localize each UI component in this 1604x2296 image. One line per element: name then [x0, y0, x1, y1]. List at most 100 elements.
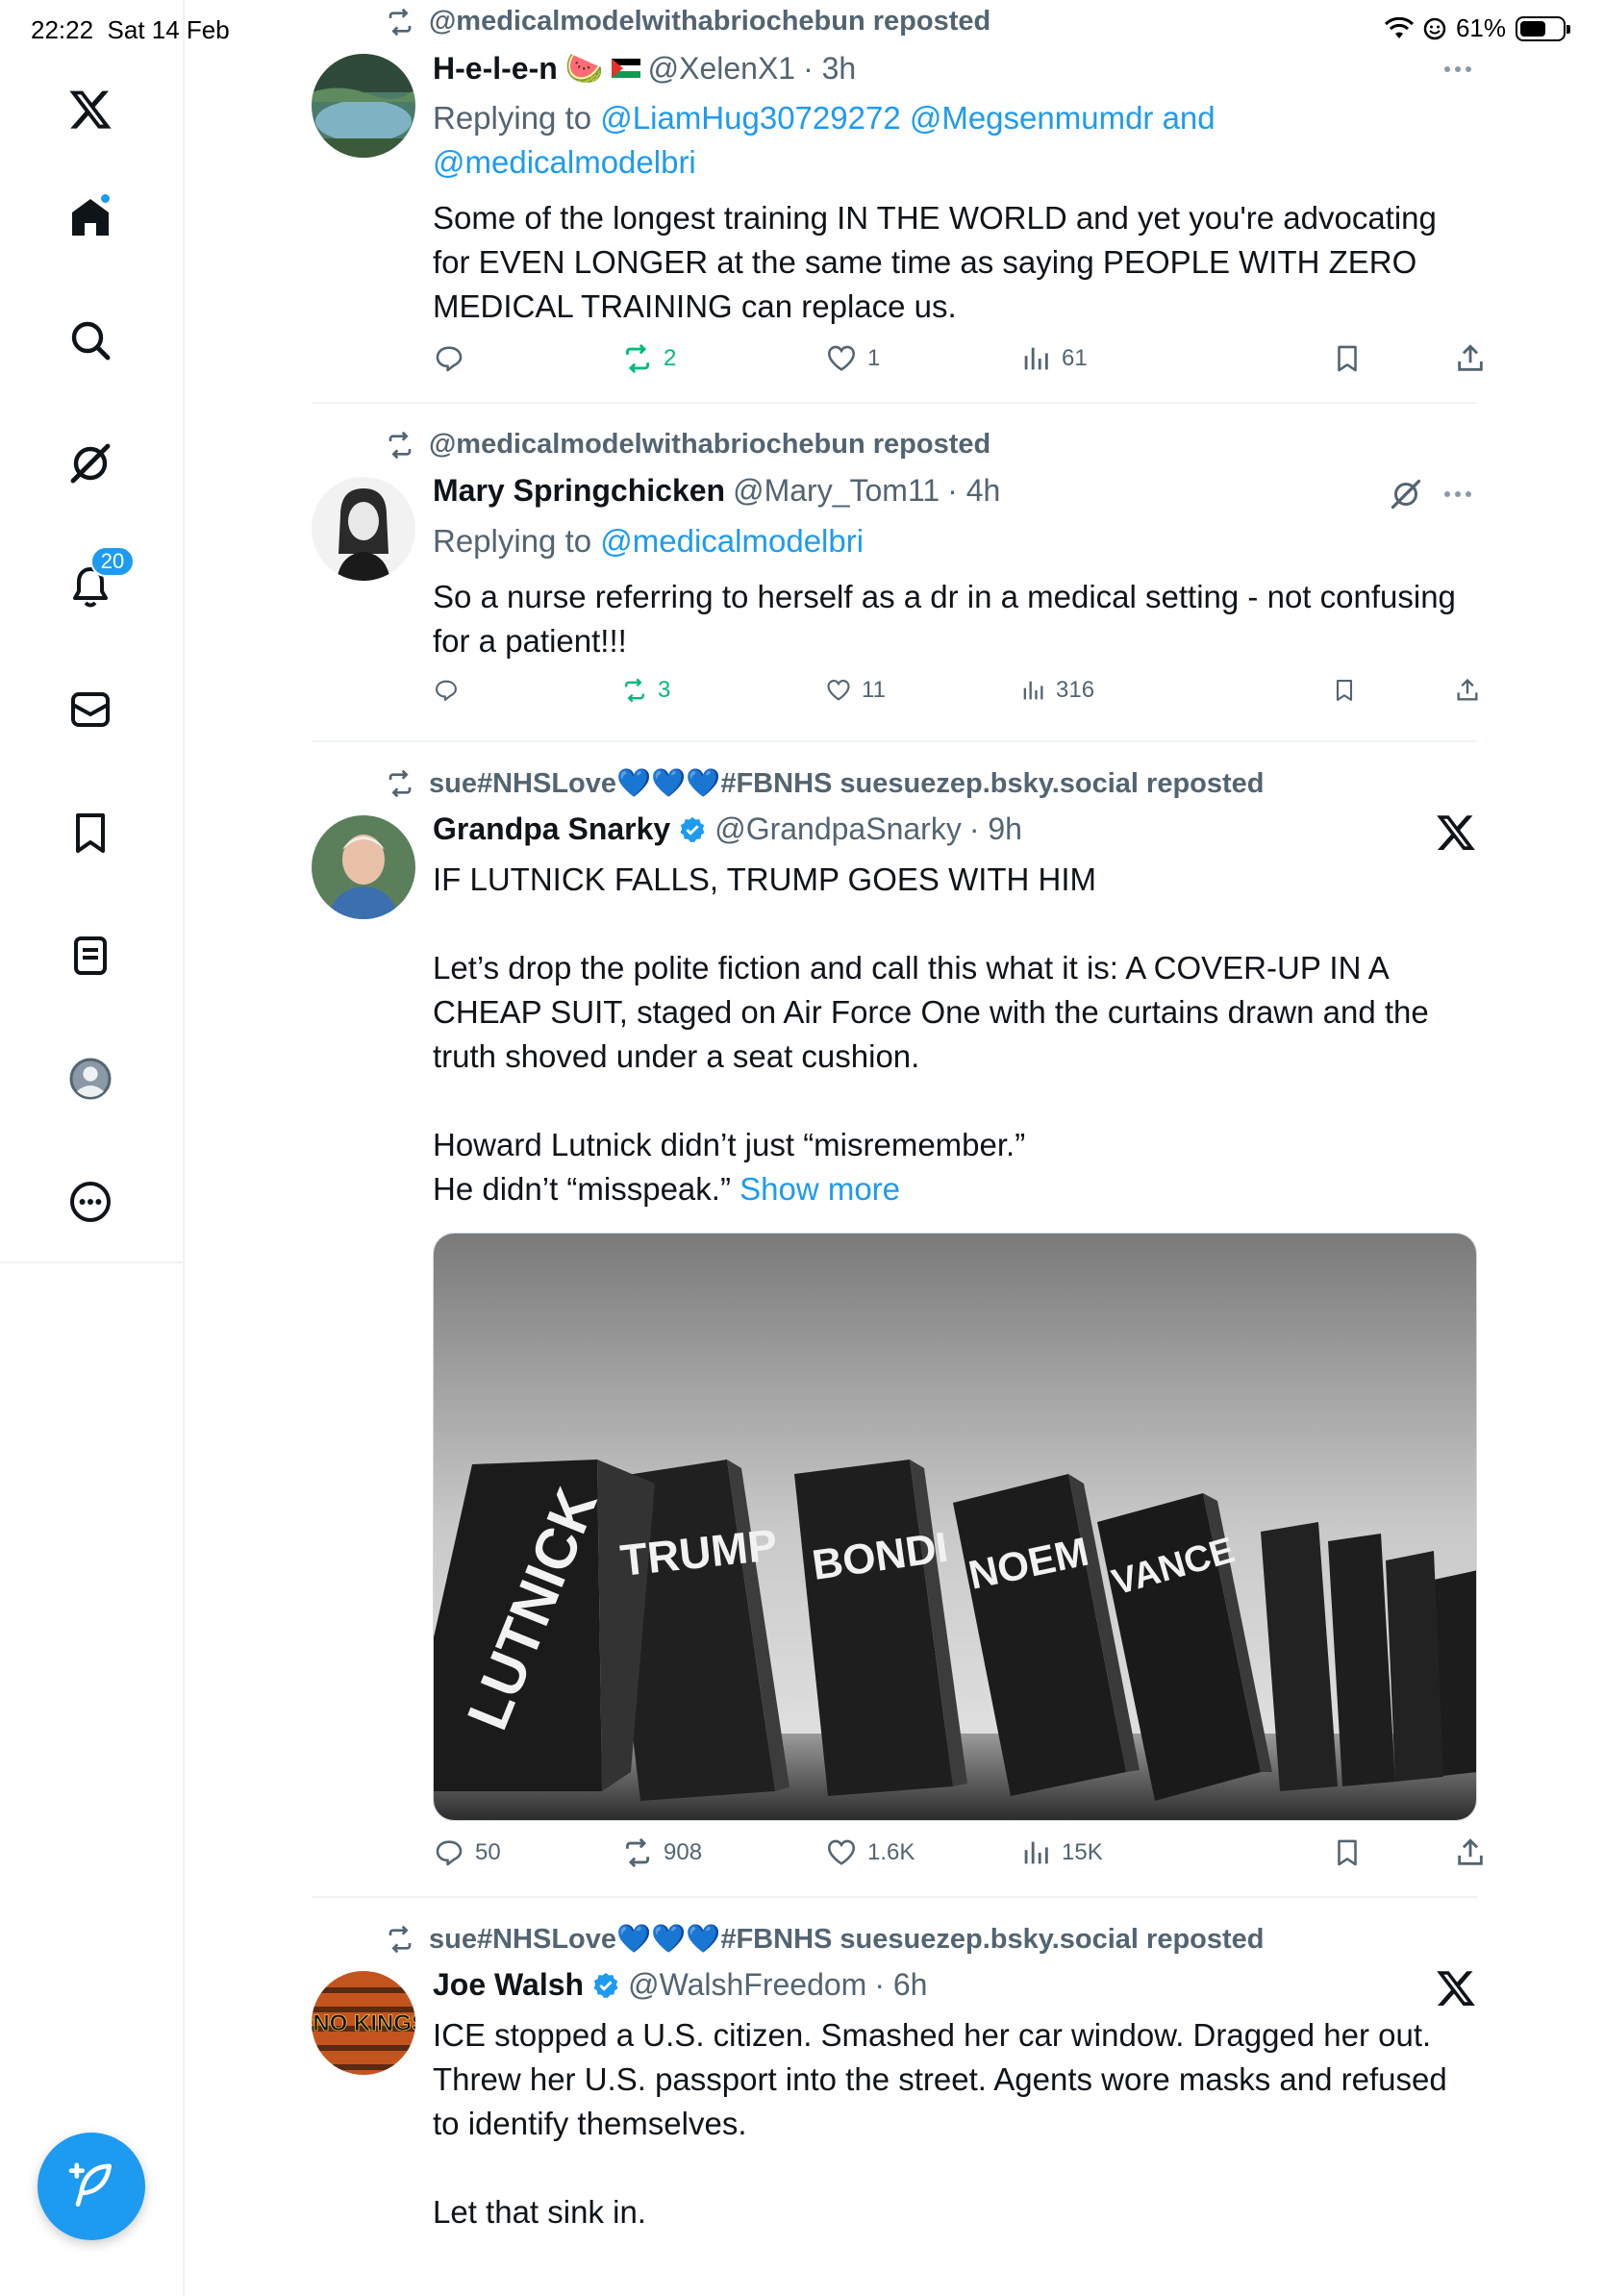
bell-icon[interactable]: 20 — [63, 546, 135, 613]
views-button[interactable]: 15K — [1019, 1836, 1103, 1869]
repost-indicator: sue#NHSLove💙💙💙#FBNHS suesuezep.bsky.soci… — [385, 1923, 1265, 1956]
reply-context: Replying to @LiamHug30729272 @Megsenmumd… — [433, 100, 1216, 180]
repost-icon — [388, 8, 412, 36]
repost-button[interactable]: 908 — [621, 1836, 702, 1869]
display-name[interactable]: Grandpa Snarky — [433, 811, 670, 847]
like-button[interactable]: 11 — [825, 677, 886, 704]
repost-icon — [625, 678, 644, 703]
name-emoji: 🍉 — [564, 51, 604, 86]
handle[interactable]: @GrandpaSnarky — [714, 811, 962, 847]
views-icon — [1024, 347, 1048, 370]
like-button[interactable]: 1.6K — [825, 1836, 915, 1869]
views-icon — [1023, 681, 1043, 700]
repost-indicator: @medicalmodelwithabriochebun reposted — [385, 429, 990, 461]
handle[interactable]: @XelenX1 — [648, 51, 795, 87]
views-button[interactable]: 61 — [1019, 342, 1088, 375]
compose-icon — [68, 2162, 112, 2207]
tweet-header: Joe Walsh @WalshFreedom · 6h — [433, 1967, 927, 2003]
handle[interactable]: @Mary_Tom11 — [733, 473, 940, 509]
repost-icon — [388, 769, 412, 798]
display-name[interactable]: Mary Springchicken — [433, 473, 725, 509]
reply-context: Replying to @medicalmodelbri — [433, 523, 865, 559]
x-logo-icon[interactable] — [63, 83, 117, 137]
bookmark-icon — [1336, 680, 1353, 701]
tweet[interactable]: @medicalmodelwithabriochebun reposted Ma… — [312, 423, 1478, 740]
list-icon[interactable] — [63, 929, 117, 983]
reply-mention-link[interactable]: @medicalmodelbri — [433, 144, 696, 180]
search-icon[interactable] — [63, 313, 117, 367]
avatar[interactable]: #NO KINGS — [312, 1971, 415, 2075]
timestamp[interactable]: · 9h — [969, 811, 1022, 847]
tweet-actions: 50 908 1.6K 15K — [433, 1836, 1483, 1879]
bookmark-button[interactable] — [1331, 342, 1364, 375]
more-icon[interactable] — [63, 1175, 117, 1229]
compose-button[interactable] — [38, 2133, 145, 2240]
tweet-divider — [312, 402, 1477, 404]
repost-indicator: @medicalmodelwithabriochebun reposted — [385, 6, 990, 37]
sidebar: 20 — [0, 0, 185, 2296]
display-name[interactable]: H-e-l-e-n — [433, 51, 558, 87]
bookmark-icon — [1338, 345, 1357, 372]
bookmark-button[interactable] — [1331, 677, 1358, 704]
timestamp[interactable]: · 6h — [874, 1967, 927, 2003]
mail-icon[interactable] — [63, 683, 117, 736]
tweet-header: Grandpa Snarky @GrandpaSnarky · 9h — [433, 811, 1022, 847]
verified-badge-icon — [593, 1972, 618, 1998]
heart-icon — [827, 345, 856, 371]
reply-icon — [436, 1840, 463, 1866]
handle[interactable]: @WalshFreedom — [628, 1967, 866, 2003]
share-icon — [1457, 678, 1478, 701]
tweet-text: ICE stopped a U.S. citizen. Smashed her … — [433, 2017, 1447, 2230]
heart-icon — [827, 680, 850, 701]
tweet[interactable]: sue#NHSLove💙💙💙#FBNHS suesuezep.bsky.soci… — [312, 761, 1483, 1886]
repost-button[interactable]: 3 — [621, 677, 670, 704]
profile-icon[interactable] — [63, 1052, 117, 1106]
tweet-actions: 2 1 61 — [433, 342, 1483, 385]
repost-icon — [388, 431, 412, 459]
bookmark-icon[interactable] — [63, 806, 117, 860]
reply-icon — [436, 680, 457, 701]
share-button[interactable] — [1454, 342, 1487, 375]
home-icon[interactable] — [63, 190, 117, 244]
reply-mention-link[interactable]: @LiamHug30729272 @Megsenmumdr and — [600, 100, 1215, 136]
tweet-text: Some of the longest training IN THE WORL… — [433, 200, 1437, 324]
grok-icon[interactable] — [63, 437, 117, 490]
bookmark-icon — [1338, 1839, 1357, 1866]
flag-icon — [611, 59, 640, 78]
tweet[interactable]: @medicalmodelwithabriochebun reposted H-… — [312, 0, 1483, 404]
timestamp[interactable]: · 3h — [803, 51, 856, 87]
battery-level — [1520, 20, 1545, 37]
avatar[interactable] — [312, 815, 415, 919]
sidebar-divider — [0, 1261, 185, 1263]
reply-icon — [436, 346, 463, 372]
repost-icon — [625, 343, 650, 374]
views-icon — [1024, 1841, 1048, 1864]
reply-button[interactable] — [433, 677, 469, 704]
repost-icon — [388, 1925, 412, 1954]
like-button[interactable]: 1 — [825, 342, 880, 375]
share-button[interactable] — [1454, 1836, 1487, 1869]
verified-badge-icon — [680, 816, 705, 842]
repost-indicator: sue#NHSLove💙💙💙#FBNHS suesuezep.bsky.soci… — [385, 767, 1265, 800]
bookmark-button[interactable] — [1331, 1836, 1364, 1869]
share-button[interactable] — [1454, 677, 1481, 704]
reply-mention-link[interactable]: @medicalmodelbri — [600, 523, 864, 559]
x-logo-icon[interactable] — [1435, 811, 1477, 854]
show-more-link[interactable]: Show more — [739, 1171, 900, 1207]
reply-button[interactable]: 50 — [433, 1836, 501, 1869]
x-logo-icon[interactable] — [1435, 1967, 1477, 2009]
tweet-image[interactable]: LUTNICK TRUMP BONDI NOEM VANCE — [433, 1233, 1477, 1821]
more-options-icon[interactable] — [1439, 475, 1477, 513]
repost-button[interactable]: 2 — [621, 342, 676, 375]
display-name[interactable]: Joe Walsh — [433, 1967, 584, 2003]
views-button[interactable]: 316 — [1019, 677, 1094, 704]
reply-button[interactable] — [433, 342, 475, 375]
tweet[interactable]: sue#NHSLove💙💙💙#FBNHS suesuezep.bsky.soci… — [312, 1917, 1477, 2296]
avatar[interactable] — [312, 477, 415, 581]
more-options-icon[interactable] — [1439, 50, 1477, 88]
heart-icon — [827, 1839, 856, 1865]
tweet-text: So a nurse referring to herself as a dr … — [433, 579, 1456, 659]
grok-icon[interactable] — [1389, 477, 1423, 512]
avatar[interactable] — [312, 54, 415, 158]
timestamp[interactable]: · 4h — [947, 473, 1000, 509]
